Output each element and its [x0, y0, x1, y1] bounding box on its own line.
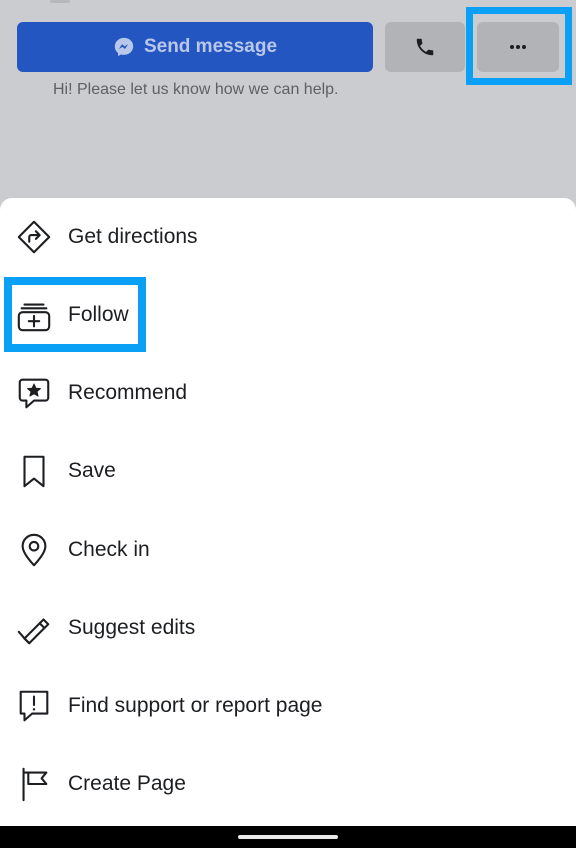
- menu-item-label: Find support or report page: [68, 694, 323, 717]
- flag-icon: [14, 764, 54, 804]
- top-edge-element: [50, 0, 70, 3]
- menu-item-create-page[interactable]: Create Page: [0, 745, 576, 823]
- bookmark-icon: [14, 451, 54, 491]
- page-background: Send message Hi! Please let us know how …: [0, 0, 576, 220]
- directions-icon: [14, 217, 54, 257]
- menu-item-label: Suggest edits: [68, 616, 196, 639]
- menu-item-label: Get directions: [68, 225, 198, 248]
- menu-item-label: Save: [68, 459, 116, 482]
- more-button-highlight: [466, 7, 572, 85]
- call-button[interactable]: [385, 22, 465, 72]
- menu-item-label: Create Page: [68, 772, 186, 795]
- home-gesture-handle[interactable]: [238, 835, 338, 839]
- menu-item-label: Check in: [68, 538, 150, 561]
- send-message-label: Send message: [143, 36, 278, 57]
- report-icon: [14, 686, 54, 726]
- messenger-icon: [114, 37, 134, 57]
- follow-highlight: [4, 277, 146, 352]
- menu-item-check-in[interactable]: Check in: [0, 511, 576, 589]
- menu-item-suggest-edits[interactable]: Suggest edits: [0, 589, 576, 667]
- menu-item-save[interactable]: Save: [0, 432, 576, 510]
- menu-item-get-directions[interactable]: Get directions: [0, 198, 576, 276]
- page-greeting: Hi! Please let us know how we can help.: [53, 81, 339, 98]
- pencil-icon: [14, 608, 54, 648]
- menu-item-recommend[interactable]: Recommend: [0, 354, 576, 432]
- send-message-button[interactable]: Send message: [17, 22, 373, 72]
- menu-item-find-support[interactable]: Find support or report page: [0, 667, 576, 745]
- system-nav-bar: [0, 826, 576, 848]
- phone-icon: [416, 38, 434, 56]
- recommend-icon: [14, 373, 54, 413]
- location-pin-icon: [14, 530, 54, 570]
- menu-item-label: Recommend: [68, 381, 188, 404]
